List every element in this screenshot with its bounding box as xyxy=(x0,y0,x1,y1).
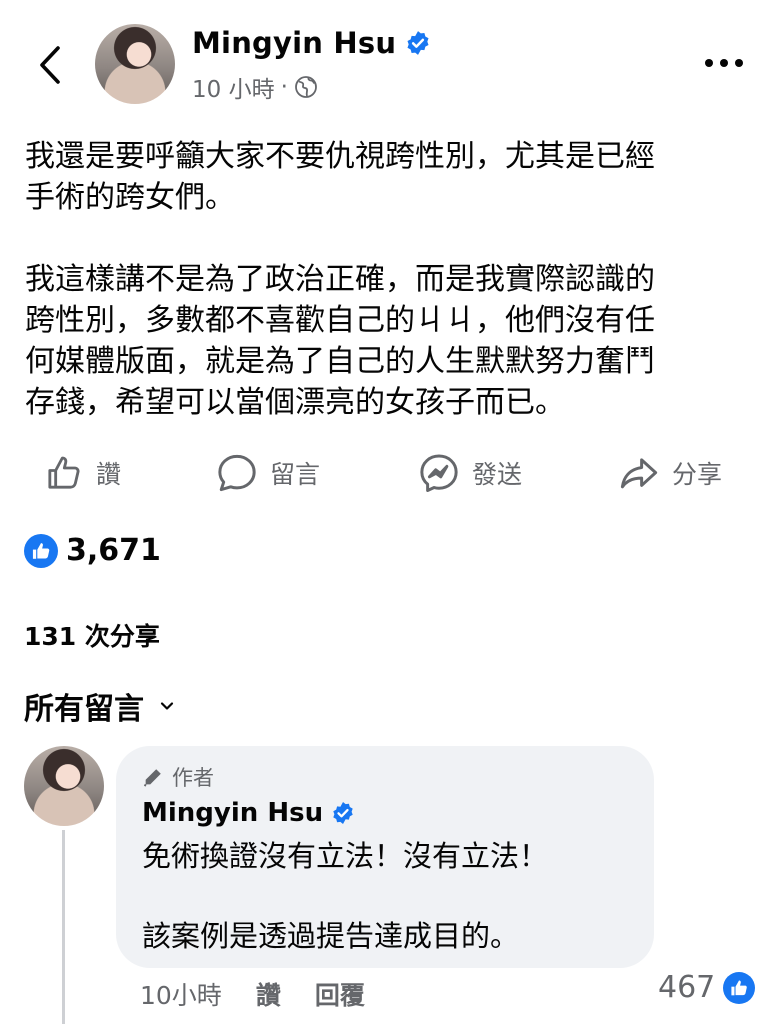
messenger-icon xyxy=(420,454,458,492)
send-label: 發送 xyxy=(472,460,523,489)
like-count: 3,671 xyxy=(66,533,161,568)
author-badge: 作者 xyxy=(142,762,214,792)
globe-icon[interactable] xyxy=(294,75,318,99)
like-reaction-icon xyxy=(24,533,58,568)
share-arrow-icon xyxy=(620,458,658,489)
send-button[interactable]: 發送 xyxy=(418,450,522,496)
comment-button[interactable]: 留言 xyxy=(216,450,320,496)
commenter-name[interactable]: Mingyin Hsu xyxy=(142,798,355,828)
comment-reaction-summary[interactable]: 467 xyxy=(658,970,756,1005)
comment-filter-dropdown[interactable]: 所有留言 xyxy=(24,684,174,728)
author-name-label: Mingyin Hsu xyxy=(192,26,397,60)
chevron-down-icon xyxy=(160,702,174,710)
comment-text: 免術換證沒有立法！沒有立法！ 該案例是透過提告達成目的。 xyxy=(142,839,549,953)
post-meta: 10 小時 · xyxy=(192,70,318,104)
like-button[interactable]: 讚 xyxy=(44,450,121,496)
meta-separator: · xyxy=(280,74,288,100)
author-avatar[interactable] xyxy=(95,24,175,104)
comment-meta: 10小時 讚 回覆 xyxy=(140,976,365,1012)
author-badge-label: 作者 xyxy=(172,766,214,790)
comment-like-button[interactable]: 讚 xyxy=(256,976,281,1012)
thread-line xyxy=(62,830,65,1024)
comment-bubble-icon xyxy=(218,454,256,492)
commenter-avatar[interactable] xyxy=(24,746,104,826)
thumbs-up-icon xyxy=(48,456,80,489)
comment-time: 10小時 xyxy=(140,981,222,1010)
chevron-left-icon xyxy=(40,46,60,84)
comment-label: 留言 xyxy=(270,460,321,489)
post-time: 10 小時 xyxy=(192,77,275,103)
comment-like-count: 467 xyxy=(658,970,716,1005)
comment-filter-label: 所有留言 xyxy=(24,692,144,727)
share-count[interactable]: 131 次分享 xyxy=(24,617,160,653)
verified-badge-icon xyxy=(407,31,429,55)
more-options-button[interactable] xyxy=(700,46,748,80)
verified-badge-icon xyxy=(333,802,353,824)
commenter-name-label: Mingyin Hsu xyxy=(142,798,324,828)
more-horizontal-icon xyxy=(705,59,743,67)
author-name[interactable]: Mingyin Hsu xyxy=(192,26,431,60)
like-reaction-icon xyxy=(723,971,756,1004)
pencil-icon xyxy=(143,769,161,787)
back-button[interactable] xyxy=(30,40,70,90)
reaction-summary[interactable]: 3,671 xyxy=(24,533,161,568)
like-label: 讚 xyxy=(96,460,122,489)
post-text: 我還是要呼籲大家不要仇視跨性別，尤其是已經 手術的跨女們。 我這樣講不是為了政治… xyxy=(25,139,655,420)
share-label: 分享 xyxy=(672,460,723,489)
share-button[interactable]: 分享 xyxy=(618,450,722,496)
comment-reply-button[interactable]: 回覆 xyxy=(315,976,365,1012)
